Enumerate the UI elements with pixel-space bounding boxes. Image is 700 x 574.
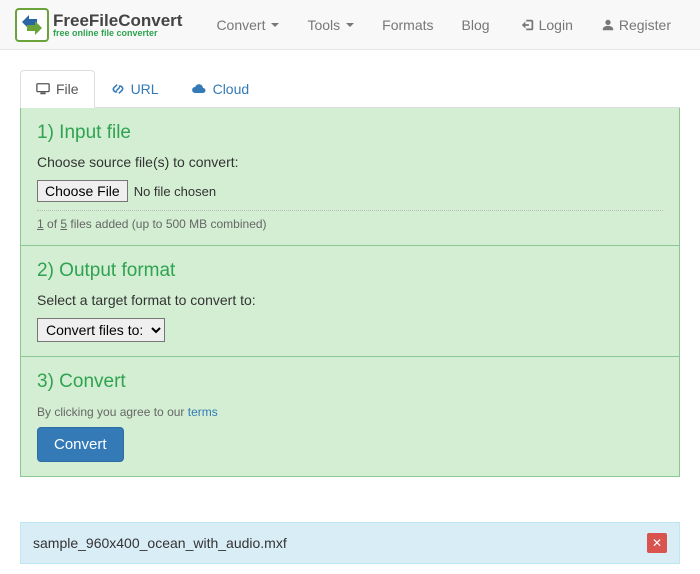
section-heading: 2) Output format (37, 260, 663, 282)
brand-subtitle: free online file converter (53, 29, 182, 38)
choose-file-button[interactable]: Choose File (37, 180, 128, 202)
user-icon (601, 18, 615, 32)
uploaded-file-row: sample_960x400_ocean_with_audio.mxf ✕ (20, 522, 680, 564)
link-icon (111, 82, 125, 96)
cloud-icon (191, 82, 207, 96)
nav-formats[interactable]: Formats (368, 17, 447, 33)
section-output-format: 2) Output format Select a target format … (21, 245, 679, 356)
navbar: FreeFileConvert free online file convert… (0, 0, 700, 50)
section-prompt: Choose source file(s) to convert: (37, 154, 663, 170)
section-convert: 3) Convert By clicking you agree to our … (21, 356, 679, 476)
nav-blog[interactable]: Blog (448, 17, 504, 33)
section-heading: 1) Input file (37, 122, 663, 144)
output-format-select[interactable]: Convert files to: (37, 318, 165, 342)
nav-register[interactable]: Register (587, 17, 685, 33)
tab-cloud[interactable]: Cloud (175, 70, 266, 108)
tab-url[interactable]: URL (95, 70, 175, 108)
convert-panel: 1) Input file Choose source file(s) to c… (20, 108, 680, 477)
remove-file-button[interactable]: ✕ (647, 533, 667, 553)
files-added-status: 1 of 5 files added (up to 500 MB combine… (37, 217, 267, 231)
section-input-file: 1) Input file Choose source file(s) to c… (21, 108, 679, 245)
file-chosen-status: No file chosen (134, 184, 216, 199)
terms-link[interactable]: terms (188, 405, 218, 419)
brand-logo-icon (15, 8, 49, 42)
nav-login[interactable]: Login (507, 17, 587, 33)
source-tabs: File URL Cloud (20, 70, 680, 108)
monitor-icon (36, 82, 50, 96)
convert-button[interactable]: Convert (37, 427, 124, 462)
nav-tools[interactable]: Tools (293, 17, 368, 33)
uploaded-file-name: sample_960x400_ocean_with_audio.mxf (33, 535, 287, 551)
section-heading: 3) Convert (37, 371, 663, 393)
brand-title: FreeFileConvert (53, 12, 182, 29)
caret-down-icon (346, 23, 354, 27)
tab-file[interactable]: File (20, 70, 95, 108)
login-icon (521, 18, 535, 32)
terms-text: By clicking you agree to our terms (37, 405, 218, 419)
brand[interactable]: FreeFileConvert free online file convert… (15, 8, 182, 42)
divider (37, 210, 663, 211)
nav-convert[interactable]: Convert (202, 17, 293, 33)
close-icon: ✕ (652, 537, 662, 549)
section-prompt: Select a target format to convert to: (37, 292, 663, 308)
caret-down-icon (271, 23, 279, 27)
